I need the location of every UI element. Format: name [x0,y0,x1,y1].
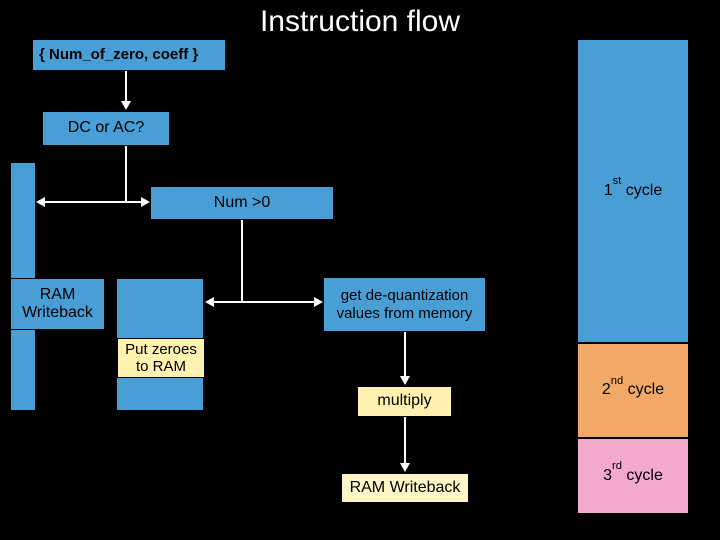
num-gt-zero-node: Num >0 [150,186,334,220]
arrow-decision-hline [43,201,143,203]
cycle-2-label: 2nd cycle [602,381,664,399]
arrow-head-left-1 [36,197,45,207]
page-title: Instruction flow [0,5,720,39]
ram-writeback-left-node: RAM Writeback [10,278,105,330]
get-dequant-label: get de-quantization values from memory [328,287,481,322]
arrow-input-to-decision [125,71,127,103]
arrow-head-right-1 [141,197,150,207]
arrow-numgt0-down [241,220,243,303]
ram-writeback-bottom-node: RAM Writeback [341,473,469,503]
decision-label: DC or AC? [68,119,144,137]
arrow-head-1 [121,101,131,110]
arrow-head-down-3 [400,376,410,385]
put-zeroes-node: Put zeroes to RAM [117,338,205,378]
arrow-dequant-to-mult [404,332,406,378]
arrow-head-right-2 [314,297,323,307]
input-node: { Num_of_zero, coeff } [32,39,226,71]
ram-writeback-left-label: RAM Writeback [15,286,100,323]
arrow-head-left-2 [205,297,214,307]
arrow-numgt0-hline [213,301,316,303]
arrow-mult-to-ramwb [404,417,406,465]
ram-writeback-bottom-label: RAM Writeback [350,479,461,497]
put-zeroes-label: Put zeroes to RAM [122,341,200,376]
cycle-1-box: 1st cycle [577,39,689,343]
cycle-3-box: 3rd cycle [577,438,689,514]
input-label: { Num_of_zero, coeff } [39,46,198,63]
arrow-decision-down [125,146,127,202]
get-dequant-node: get de-quantization values from memory [323,277,486,332]
cycle-3-label: 3rd cycle [603,467,663,485]
multiply-node: multiply [357,386,452,417]
multiply-label: multiply [377,392,431,410]
arrow-head-down-4 [400,463,410,472]
decision-node: DC or AC? [42,111,170,146]
cycle-1-label: 1st cycle [604,182,663,200]
cycle-2-box: 2nd cycle [577,343,689,438]
num-gt-zero-label: Num >0 [214,194,270,212]
